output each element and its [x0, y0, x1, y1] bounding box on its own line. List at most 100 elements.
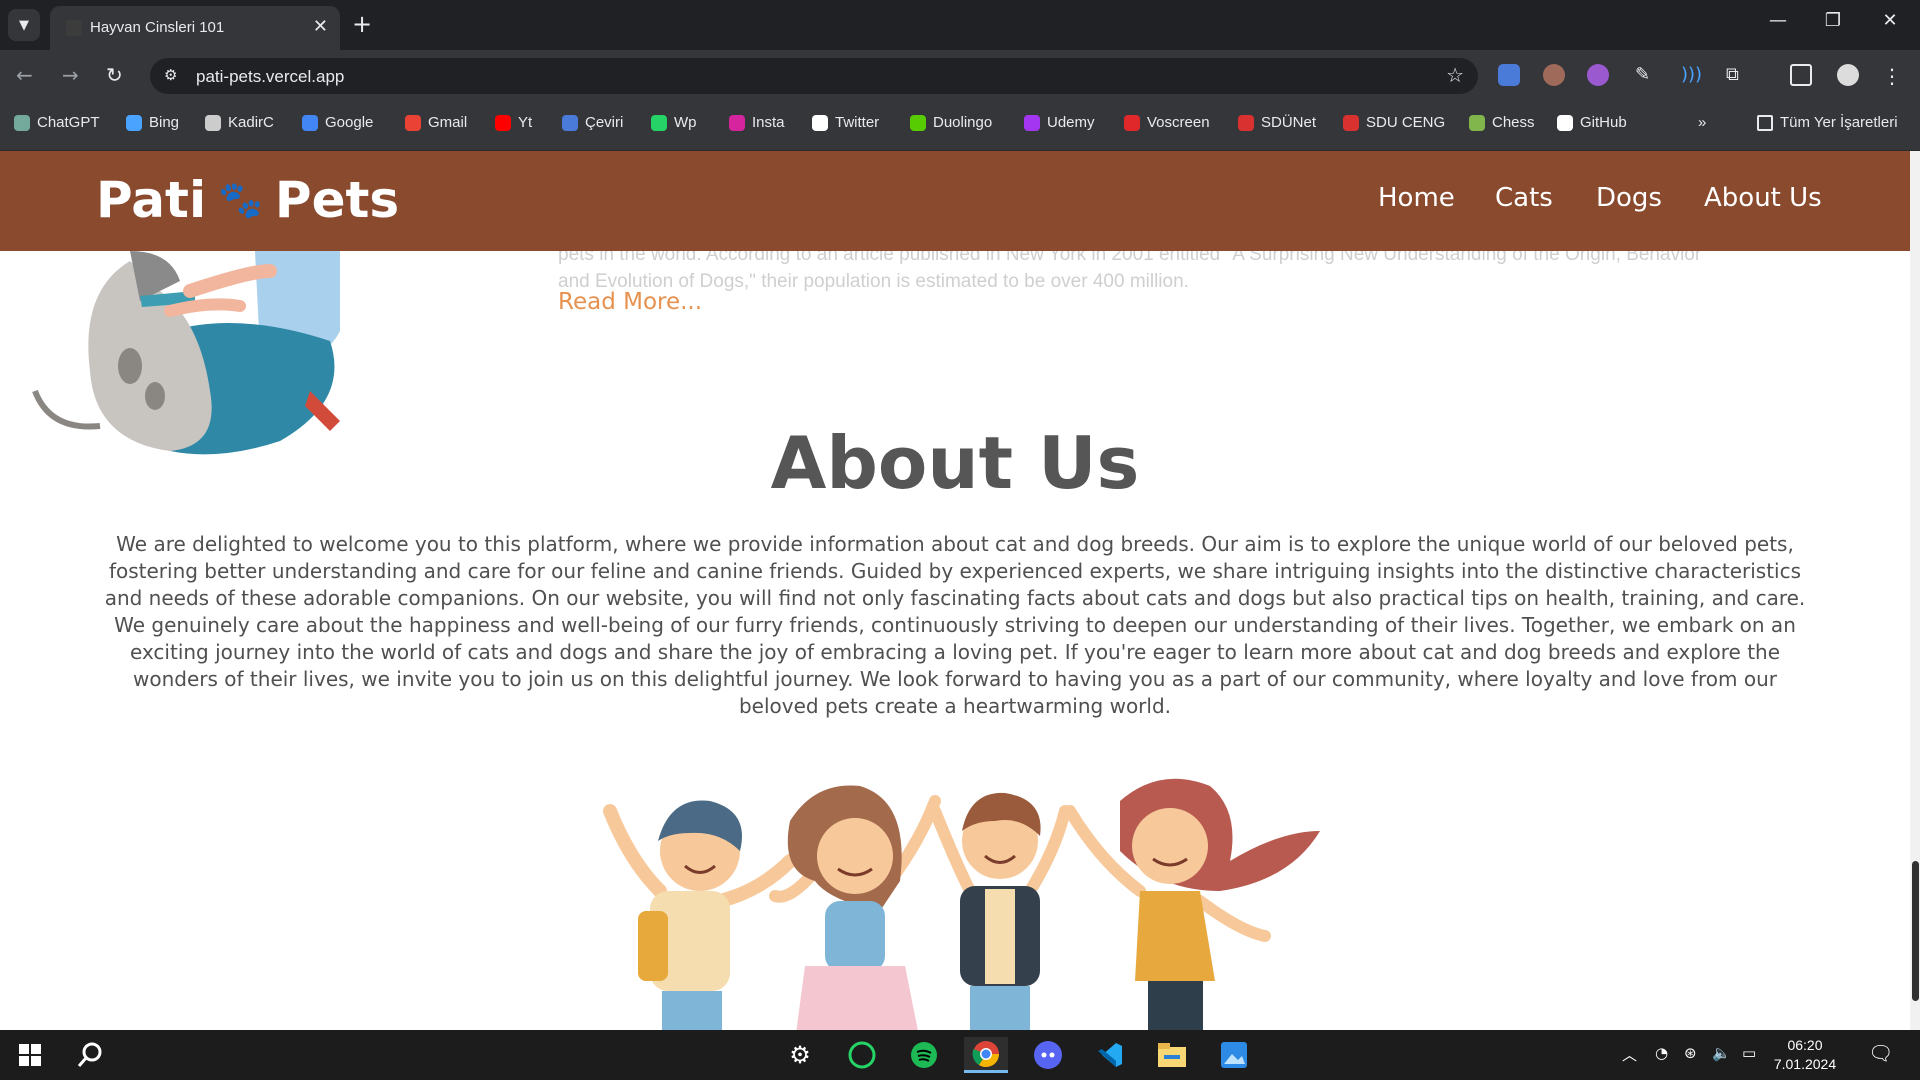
bookmark-kadirc[interactable]: KadirC — [205, 114, 274, 131]
bookmark-google[interactable]: Google — [302, 114, 373, 131]
bookmark-label: Udemy — [1047, 114, 1095, 131]
bookmark-label: Twitter — [835, 114, 880, 131]
happy-kids-illustration — [603, 778, 1320, 1030]
github-icon — [1557, 114, 1573, 131]
bookmark-wp[interactable]: Wp — [651, 114, 697, 131]
tray-overflow-chevron-icon[interactable]: ︿ — [1622, 1044, 1637, 1065]
profile-avatar-icon[interactable] — [1837, 64, 1859, 86]
bookmark-duolingo[interactable]: Duolingo — [910, 114, 992, 131]
tab-title: Hayvan Cinsleri 101 — [90, 19, 225, 36]
eyedropper-extension-icon[interactable]: ✎ — [1635, 64, 1657, 86]
vscode-icon[interactable] — [1088, 1037, 1132, 1073]
minimize-icon[interactable]: — — [1758, 10, 1798, 31]
scrollbar-thumb[interactable] — [1912, 861, 1919, 1001]
menu-dots-icon[interactable]: ⋮ — [1882, 64, 1904, 88]
chrome-icon[interactable] — [964, 1037, 1008, 1073]
location-icon[interactable]: ⊛ — [1684, 1044, 1697, 1062]
bookmark-label: Bing — [149, 114, 180, 131]
battery-icon[interactable]: ▭ — [1742, 1044, 1756, 1062]
bookmark-chatgpt[interactable]: ChatGPT — [14, 114, 100, 131]
instagram-icon — [729, 114, 745, 131]
reload-icon[interactable]: ↻ — [106, 63, 123, 87]
site-logo[interactable]: Pati 🐾 Pets — [96, 171, 399, 229]
bookmark-chess[interactable]: Chess — [1469, 114, 1535, 131]
bookmark-label: Google — [325, 114, 374, 131]
forward-arrow-icon[interactable]: → — [62, 63, 79, 87]
window-close-icon[interactable]: ✕ — [1870, 10, 1910, 31]
bookmark-udemy[interactable]: Udemy — [1024, 114, 1095, 131]
wifi-icon[interactable]: ◔ — [1655, 1044, 1668, 1062]
windows-taskbar: ⚙ ︿ ◔ ⊛ 🔈 ▭ 06:20 7.01.2024 🗨 — [0, 1030, 1920, 1080]
udemy-icon — [1024, 114, 1040, 131]
notifications-icon[interactable]: 🗨 — [1868, 1041, 1893, 1065]
bookmark-insta[interactable]: Insta — [729, 114, 785, 131]
whatsapp-taskbar-icon[interactable] — [840, 1037, 884, 1073]
bing-search-icon — [126, 114, 142, 131]
settings-gear-icon[interactable]: ⚙ — [778, 1037, 822, 1073]
logo-text-left: Pati — [96, 171, 207, 229]
profile-extension-icon[interactable] — [1543, 64, 1565, 86]
address-bar[interactable]: ⚙ pati-pets.vercel.app ☆ — [150, 58, 1478, 94]
bookmark-github[interactable]: GitHub — [1557, 114, 1627, 131]
web-page: Pati 🐾 Pets Home Cats Dogs About Us pets… — [0, 151, 1910, 1030]
bookmark-label: Voscreen — [1147, 114, 1210, 131]
audio-extension-icon[interactable]: ))) — [1681, 64, 1703, 86]
photos-app-icon[interactable] — [1212, 1037, 1256, 1073]
x-icon — [812, 114, 828, 131]
bookmark-yt[interactable]: Yt — [495, 114, 532, 131]
translate-extension-icon[interactable] — [1498, 64, 1520, 86]
bookmark-label: ChatGPT — [37, 114, 100, 131]
chess-icon — [1469, 114, 1485, 131]
search-icon[interactable] — [68, 1037, 112, 1073]
whatsapp-icon — [651, 114, 667, 131]
clock-time: 06:20 — [1787, 1037, 1823, 1053]
url-text[interactable]: pati-pets.vercel.app — [196, 67, 344, 87]
bookmark-sdu-ceng[interactable]: SDU CENG — [1343, 114, 1445, 131]
bookmark-voscreen[interactable]: Voscreen — [1124, 114, 1210, 131]
bookmark-label: GitHub — [1580, 114, 1627, 131]
bookmark-label: Gmail — [428, 114, 468, 131]
bookmark-twitter[interactable]: Twitter — [812, 114, 879, 131]
spotify-icon[interactable] — [902, 1037, 946, 1073]
bookmark-label: Yt — [518, 114, 533, 131]
side-panel-icon[interactable] — [1790, 64, 1812, 86]
active-tab[interactable]: Hayvan Cinsleri 101 ✕ — [50, 6, 340, 50]
windows-start-icon[interactable] — [8, 1037, 52, 1073]
folder-icon — [1757, 114, 1773, 131]
back-arrow-icon[interactable]: ← — [16, 63, 33, 87]
page-scrollbar[interactable] — [1910, 151, 1920, 1030]
logo-text-right: Pets — [274, 171, 400, 229]
discord-icon[interactable] — [1026, 1037, 1070, 1073]
bookmark-bing[interactable]: Bing — [126, 114, 179, 131]
google-icon — [302, 114, 318, 131]
site-info-icon[interactable]: ⚙ — [164, 66, 177, 84]
nav-about-us[interactable]: About Us — [1704, 183, 1822, 213]
bookmark-sdünet[interactable]: SDÜNet — [1238, 114, 1316, 131]
file-explorer-icon[interactable] — [1150, 1037, 1194, 1073]
nav-home[interactable]: Home — [1378, 183, 1455, 213]
bookmark-star-icon[interactable]: ☆ — [1446, 63, 1464, 87]
gmail-icon — [405, 114, 421, 131]
tab-search-button[interactable]: ▼ — [8, 9, 40, 41]
bookmark-çeviri[interactable]: Çeviri — [562, 114, 623, 131]
volume-icon[interactable]: 🔈 — [1712, 1044, 1731, 1062]
nav-cats[interactable]: Cats — [1495, 183, 1553, 213]
all-bookmarks-folder[interactable]: Tüm Yer İşaretleri — [1757, 114, 1898, 131]
bookmark-gmail[interactable]: Gmail — [405, 114, 467, 131]
extensions-puzzle-icon[interactable]: ⧉ — [1726, 64, 1748, 86]
bookmark-label: Insta — [752, 114, 785, 131]
bookmark-label: Duolingo — [933, 114, 993, 131]
youtube-icon — [495, 114, 511, 131]
clock-date: 7.01.2024 — [1773, 1056, 1837, 1072]
new-tab-button[interactable]: + — [352, 10, 372, 38]
all-bookmarks-label: Tüm Yer İşaretleri — [1780, 114, 1898, 131]
system-clock[interactable]: 06:20 7.01.2024 — [1760, 1036, 1850, 1074]
tab-close-icon[interactable]: ✕ — [313, 16, 328, 37]
dogs-read-more-link[interactable]: Read More... — [558, 289, 702, 315]
bookmark-label: Wp — [674, 114, 697, 131]
nav-dogs[interactable]: Dogs — [1596, 183, 1662, 213]
restore-icon[interactable]: ❐ — [1813, 10, 1853, 31]
gradient-extension-icon[interactable] — [1587, 64, 1609, 86]
bookmark-label: SDÜNet — [1261, 114, 1317, 131]
bookmarks-overflow-icon[interactable]: » — [1698, 114, 1706, 131]
